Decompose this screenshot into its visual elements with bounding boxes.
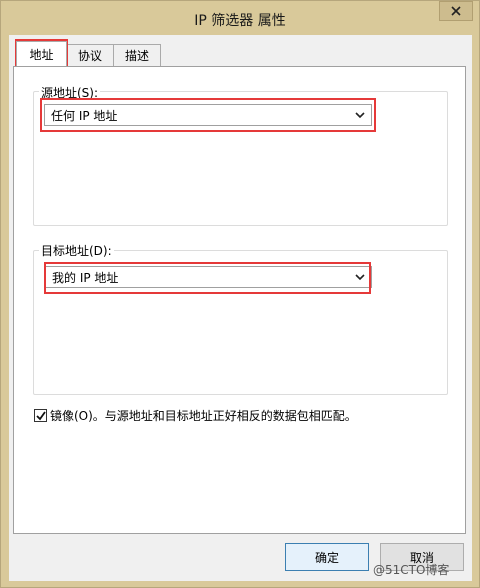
close-button[interactable] <box>439 1 473 21</box>
checkmark-icon <box>35 410 46 420</box>
tab-address[interactable]: 地址 <box>16 41 67 66</box>
destination-address-select[interactable]: 我的 IP 地址 <box>45 266 372 288</box>
source-address-label: 源地址(S): <box>39 84 101 101</box>
window-title: IP 筛选器 属性 <box>194 13 286 29</box>
mirror-label: 镜像(O)。与源地址和目标地址正好相反的数据包相匹配。 <box>50 409 357 423</box>
tab-address-label: 地址 <box>29 47 54 62</box>
close-icon <box>451 6 461 16</box>
source-address-value: 任何 IP 地址 <box>51 108 118 123</box>
ok-button[interactable]: 确定 <box>285 543 369 571</box>
ok-button-label: 确定 <box>314 550 339 565</box>
tab-description[interactable]: 描述 <box>113 44 161 66</box>
tab-description-label: 描述 <box>124 49 149 63</box>
watermark-text: @51CTO博客 <box>373 563 450 577</box>
title-bar[interactable]: IP 筛选器 属性 <box>1 1 479 35</box>
tab-protocol-label: 协议 <box>77 49 102 63</box>
destination-address-value: 我的 IP 地址 <box>52 270 119 285</box>
source-address-select[interactable]: 任何 IP 地址 <box>44 104 372 126</box>
chevron-down-icon <box>355 274 365 281</box>
chevron-down-icon <box>355 112 365 119</box>
destination-address-label: 目标地址(D): <box>39 242 114 259</box>
tab-protocol[interactable]: 协议 <box>66 44 114 66</box>
mirror-checkbox[interactable] <box>34 409 47 422</box>
